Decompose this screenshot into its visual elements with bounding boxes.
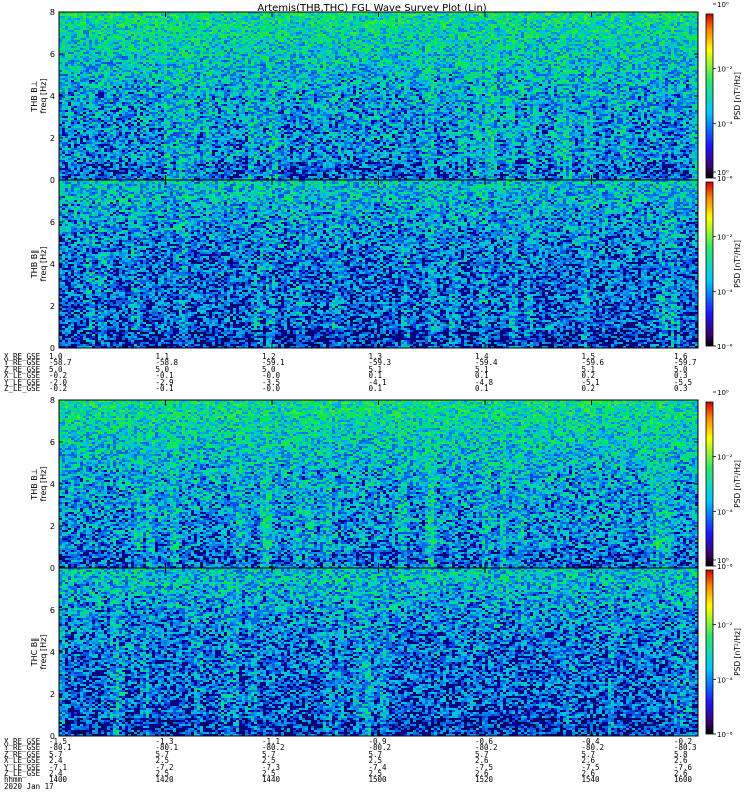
- y-tick-label: 6: [50, 50, 55, 59]
- colorbar-tick-label: 10⁻⁶: [717, 731, 733, 739]
- ephemeris-value: 0.2: [581, 383, 596, 393]
- panels-group: 02468THB B⊥ freq [Hz]10⁰10⁻²10⁻⁴10⁻⁶PSD […: [30, 1, 742, 741]
- ephemeris-value: 0.1: [475, 383, 489, 393]
- wave-survey-figure: Artemis(THB,THC) FGL Wave Survey Plot (L…: [0, 0, 750, 800]
- colorbar: [705, 13, 714, 179]
- colorbar-tick-label: 10⁻⁴: [717, 676, 733, 684]
- ephemeris-value: 1440: [262, 775, 281, 785]
- ephemeris-label: Z_LE_GSE: [4, 383, 41, 393]
- colorbar-tick-label: 10⁻⁴: [717, 120, 733, 128]
- colorbar: [705, 401, 714, 567]
- panel-ylabel-unit: freq [Hz]: [39, 79, 48, 114]
- colorbar: [705, 181, 714, 347]
- ephemeris-value: 1420: [155, 775, 174, 785]
- colorbar-label: PSD [nT²/Hz]: [733, 240, 742, 288]
- panel-ylabel-unit: freq [Hz]: [39, 635, 48, 670]
- y-tick-label: 2: [50, 690, 55, 699]
- y-tick-label: 6: [50, 606, 55, 615]
- colorbar-tick-label: 10⁻²: [717, 454, 733, 462]
- ephemeris-value: 1500: [368, 775, 387, 785]
- y-tick-label: 8: [50, 396, 55, 405]
- colorbar-label: PSD [nT²/Hz]: [733, 72, 742, 120]
- colorbar-label: PSD [nT²/Hz]: [733, 628, 742, 676]
- spectrogram-texture-4: [59, 568, 698, 736]
- spectrogram-texture-3: [59, 400, 698, 568]
- panel-ylabel-name: THB B⊥: [30, 468, 39, 500]
- ephemeris-value: 0.1: [368, 383, 383, 393]
- colorbar-tick-label: 10⁻²: [717, 622, 733, 630]
- y-tick-label: 4: [50, 92, 55, 101]
- colorbar-label: PSD [nT²/Hz]: [733, 460, 742, 508]
- panel-ylabel-name: THB B⊥: [30, 80, 39, 112]
- panel-1: 02468THB B⊥ freq [Hz]10⁰10⁻²10⁻⁴10⁻⁶PSD […: [30, 1, 742, 185]
- panel-2: 0 2 4 6 THB B‖ freq [Hz] 10⁰ 10⁻² 10⁻⁴ 10⁻⁶ PSD [n…: [30, 169, 742, 353]
- ephemeris-value: 1600: [674, 775, 693, 785]
- panel-ylabel-name: THC B‖: [30, 638, 39, 668]
- ephemeris-label: 2020 Jan 17: [4, 781, 54, 791]
- y-tick-label: 0: [50, 176, 55, 185]
- colorbar: [705, 569, 714, 735]
- colorbar-tick-label: 10⁰: [717, 557, 729, 565]
- panel-4: 0 2 4 6 THC B‖ freq [Hz] 10⁰ 10⁻² 10⁻⁴ 10⁻⁶ PSD [n…: [30, 557, 742, 741]
- y-tick-label: 6: [50, 218, 55, 227]
- y-tick-label: 2: [50, 522, 55, 531]
- y-tick-label: 0: [50, 564, 55, 573]
- figure-canvas: Artemis(THB,THC) FGL Wave Survey Plot (L…: [30, 1, 742, 741]
- panel-3: 02468THB B⊥ freq [Hz]10⁰10⁻²10⁻⁴10⁻⁶PSD […: [30, 389, 742, 573]
- y-tick-label: 2: [50, 302, 55, 311]
- ephemeris-value: 0.3: [674, 383, 688, 393]
- colorbar-tick-label: 10⁰: [717, 169, 729, 177]
- colorbar-tick-label: 10⁻²: [717, 234, 733, 242]
- colorbar-tick-label: 10⁻⁶: [717, 343, 733, 351]
- ephemeris-value: 1520: [475, 775, 494, 785]
- y-tick-label: 6: [50, 438, 55, 447]
- ephemeris-value: -0.2: [49, 383, 68, 393]
- ephemeris-value: -0.0: [262, 383, 281, 393]
- panel-ylabel-name: THB B‖: [30, 250, 39, 279]
- y-tick-label: 8: [50, 8, 55, 17]
- ephemeris-value: 1540: [581, 775, 600, 785]
- colorbar-tick-label: 10⁻²: [717, 66, 733, 74]
- colorbar-tick-label: 10⁻⁴: [717, 508, 733, 516]
- spectrogram-texture-1: [59, 12, 698, 180]
- panel-ylabel-unit: freq [Hz]: [39, 247, 48, 282]
- spectrogram-texture-2: [59, 180, 698, 348]
- y-tick-label: 4: [50, 260, 55, 269]
- panel-ylabel-unit: freq [Hz]: [39, 467, 48, 502]
- y-tick-label: 4: [50, 480, 55, 489]
- colorbar-tick-label: 10⁻⁴: [717, 288, 733, 296]
- ephemeris-value: -0.1: [155, 383, 174, 393]
- colorbar-tick-label: 10⁰: [717, 389, 729, 397]
- colorbar-tick-label: 10⁰: [717, 1, 729, 9]
- y-tick-label: 2: [50, 134, 55, 143]
- y-tick-label: 4: [50, 648, 55, 657]
